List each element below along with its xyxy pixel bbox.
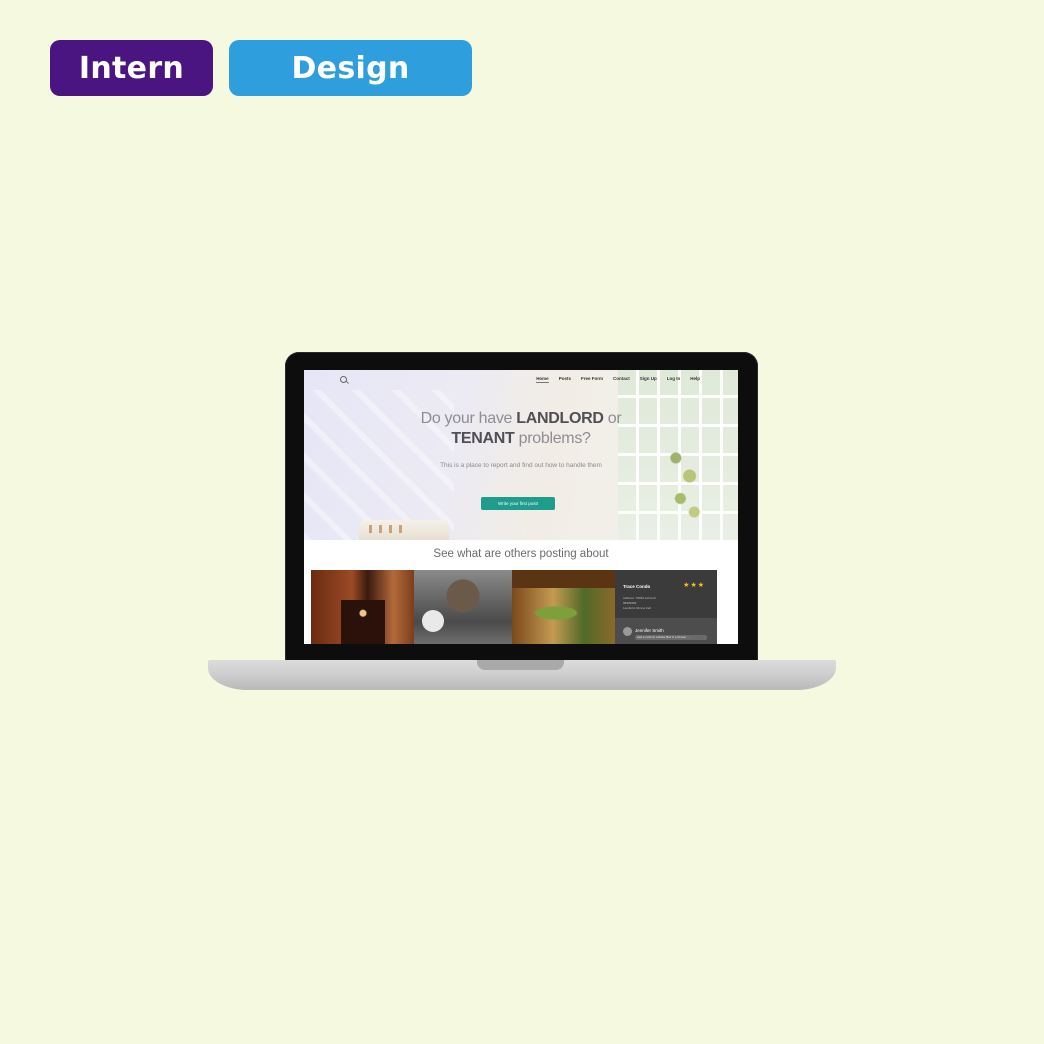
nav-item-free-form[interactable]: Free Form [581,376,603,383]
hero-plant-image [662,440,708,530]
section-title: See what are others posting about [433,548,609,560]
laptop-notch [477,660,564,670]
review-comment: Had a mold on a Raise Bed in a shower ..… [635,635,707,640]
nav-item-help[interactable]: Help [690,376,700,383]
intern-tag: Intern [50,40,213,96]
nav-item-posts[interactable]: Posts [559,376,571,383]
design-tag: Design [229,40,472,96]
hero-chairs-image [369,525,409,533]
post-photo-hallway[interactable] [311,570,414,644]
nav-item-log-in[interactable]: Log In [667,376,681,383]
review-address: Address: 78930 Ashcroft [623,596,656,600]
star-rating-icon: ★★★ [683,582,705,589]
review-author: Jennifer Smith [635,628,664,633]
write-first-post-button[interactable]: Write your first post! [481,497,555,510]
avatar [623,627,632,636]
site-nav: Home Posts Free Form Contact Sign Up Log… [536,376,700,383]
website-mockup: Home Posts Free Form Contact Sign Up Log… [304,370,738,644]
post-photo-bathroom[interactable] [414,570,512,644]
nav-item-contact[interactable]: Contact [613,376,630,383]
hero-headline-line2: TENANT problems? [451,430,591,447]
review-phone: 98999999 [623,601,637,605]
review-card[interactable]: Trace Condo ★★★ Address: 78930 Ashcroft … [615,570,717,644]
post-photo-patio[interactable] [512,570,615,644]
posts-row: Trace Condo ★★★ Address: 78930 Ashcroft … [311,570,725,644]
hero-banner: Home Posts Free Form Contact Sign Up Log… [304,370,738,540]
nav-item-home[interactable]: Home [536,376,549,383]
nav-item-sign-up[interactable]: Sign Up [640,376,657,383]
review-landlord: Landlord: Rimna Kell [623,606,651,610]
hero-headline-line1: Do your have LANDLORD or [420,410,622,427]
hero-subtitle: This is a place to report and find out h… [440,462,602,469]
search-icon[interactable] [340,376,347,383]
review-property-name: Trace Condo [623,584,651,589]
